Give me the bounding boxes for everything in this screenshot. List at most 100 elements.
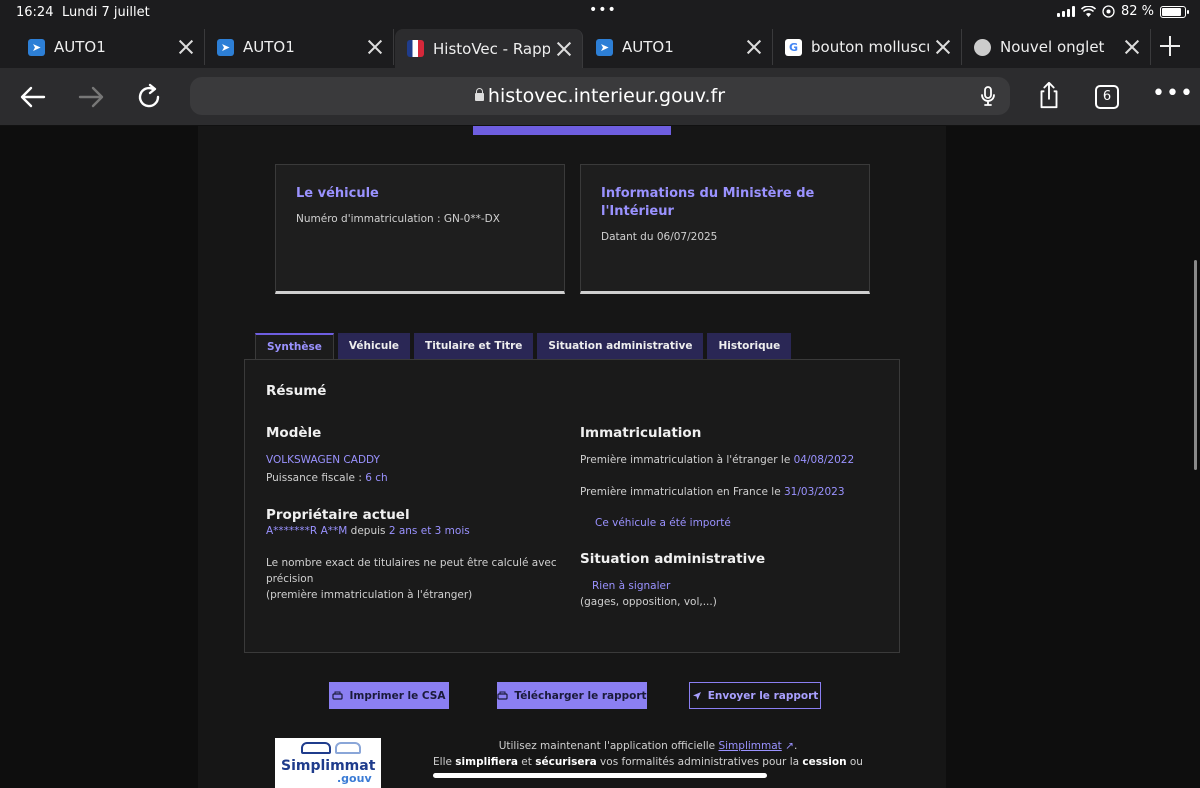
- owner-name: A*******R A**M: [266, 525, 348, 537]
- tab-title: AUTO1: [54, 38, 106, 56]
- tab-historique[interactable]: Historique: [707, 333, 792, 359]
- car-icon: [301, 742, 331, 754]
- promo-text: Utilisez maintenant l'application offici…: [498, 740, 719, 752]
- admin-status-link[interactable]: Rien à signaler: [592, 578, 670, 594]
- download-report-button[interactable]: Télécharger le rapport: [497, 682, 647, 709]
- owner-since-label: depuis: [347, 525, 389, 537]
- admin-heading: Situation administrative: [580, 551, 766, 567]
- tab-synthese[interactable]: Synthèse: [255, 333, 334, 359]
- globe-icon: [974, 38, 991, 56]
- partial-top-button[interactable]: [473, 126, 671, 135]
- close-icon[interactable]: [1122, 37, 1142, 57]
- print-csa-label: Imprimer le CSA: [349, 689, 446, 702]
- summary-panel: Résumé Modèle VOLKSWAGEN CADDY Puissance…: [244, 359, 900, 653]
- tab-titulaire[interactable]: Titulaire et Titre: [414, 333, 534, 359]
- browser-toolbar: histovec.interieur.gouv.fr 6 •••: [0, 68, 1200, 126]
- promo-text: et: [517, 756, 536, 768]
- microphone-icon[interactable]: [976, 84, 1000, 108]
- printer-icon: [332, 691, 344, 700]
- fiscal-power-value: 6 ch: [365, 472, 388, 484]
- url-text[interactable]: histovec.interieur.gouv.fr: [190, 85, 1010, 107]
- forward-arrow-icon[interactable]: [76, 82, 106, 112]
- fiscal-power: Puissance fiscale : 6 ch: [266, 470, 388, 486]
- fiscal-power-label: Puissance fiscale :: [266, 472, 366, 484]
- lock-icon: [474, 88, 484, 101]
- gouv-flag-icon: [407, 40, 424, 57]
- ministry-card-title: Informations du Ministère de l'Intérieur: [601, 186, 815, 219]
- google-icon: G: [785, 38, 802, 56]
- send-report-label: Envoyer le rapport: [707, 689, 819, 702]
- new-tab-plus-icon[interactable]: [1158, 34, 1182, 58]
- page-scrollbar[interactable]: [1194, 260, 1197, 470]
- report-tabs: Synthèse Véhicule Titulaire et Titre Sit…: [255, 333, 792, 359]
- tab-title: AUTO1: [243, 38, 295, 56]
- back-arrow-icon[interactable]: [18, 82, 48, 112]
- auto1-icon: ➤: [596, 38, 613, 56]
- signal-icon: [1056, 6, 1075, 17]
- owner-since-value: 2 ans et 3 mois: [388, 525, 470, 537]
- imported-link[interactable]: Ce véhicule a été importé: [595, 515, 731, 531]
- browser-tab[interactable]: G bouton molluscu: [773, 29, 962, 65]
- send-report-button[interactable]: Envoyer le rapport: [689, 682, 821, 709]
- promo-line-2: Elle simplifiera et sécurisera vos forma…: [428, 754, 868, 770]
- tab-title: AUTO1: [622, 38, 674, 56]
- reload-icon[interactable]: [134, 82, 164, 112]
- promo-text: ou: [846, 756, 863, 768]
- web-page: Le véhicule Numéro d'immatriculation : G…: [0, 126, 1200, 788]
- location-lock-icon: [1102, 5, 1115, 18]
- vehicle-card: Le véhicule Numéro d'immatriculation : G…: [275, 164, 565, 294]
- battery-percent: 82 %: [1120, 4, 1154, 19]
- auto1-icon: ➤: [28, 38, 45, 56]
- admin-detail: (gages, opposition, vol,...): [580, 596, 717, 608]
- close-icon[interactable]: [365, 37, 385, 57]
- vehicle-card-text: Numéro d'immatriculation : GN-0**-DX: [296, 213, 500, 225]
- france-registration-label: Première immatriculation en France le: [580, 486, 784, 498]
- wifi-icon: [1080, 5, 1096, 17]
- foreign-registration: Première immatriculation à l'étranger le…: [580, 452, 854, 468]
- tab-situation-administrative[interactable]: Situation administrative: [537, 333, 704, 359]
- registration-heading: Immatriculation: [580, 425, 702, 441]
- auto1-icon: ➤: [217, 38, 234, 56]
- browser-tab[interactable]: ➤ AUTO1: [205, 29, 394, 65]
- france-registration: Première immatriculation en France le 31…: [580, 484, 845, 500]
- tab-count-button[interactable]: 6: [1095, 85, 1119, 109]
- simplimmat-logo[interactable]: Simplimmat .gouv: [275, 738, 381, 788]
- browser-tab[interactable]: Nouvel onglet: [962, 29, 1151, 65]
- owner-heading: Propriétaire actuel: [266, 507, 410, 523]
- promo-bold: sécurisera: [535, 756, 597, 768]
- promo-bold: simplifiera: [455, 756, 518, 768]
- close-icon[interactable]: [176, 37, 196, 57]
- simplimmat-promo: Utilisez maintenant l'application offici…: [428, 738, 868, 770]
- print-csa-button[interactable]: Imprimer le CSA: [329, 682, 449, 709]
- browser-tab[interactable]: ➤ AUTO1: [584, 29, 773, 65]
- report-content: Le véhicule Numéro d'immatriculation : G…: [198, 126, 946, 788]
- summary-heading: Résumé: [266, 383, 327, 399]
- tab-vehicule[interactable]: Véhicule: [337, 333, 411, 359]
- send-icon: [692, 691, 701, 700]
- model-name: VOLKSWAGEN CADDY: [266, 454, 380, 466]
- status-date: Lundi 7 juillet: [62, 5, 150, 20]
- download-report-label: Télécharger le rapport: [514, 689, 647, 702]
- address-bar[interactable]: histovec.interieur.gouv.fr: [190, 77, 1010, 115]
- vehicle-card-title: Le véhicule: [296, 186, 379, 201]
- share-icon[interactable]: [1034, 80, 1064, 110]
- browser-tab-active[interactable]: HistoVec - Rapp: [395, 29, 583, 68]
- tab-title: bouton molluscu: [811, 38, 929, 56]
- multitasking-dots-icon[interactable]: •••: [589, 2, 617, 18]
- tab-title: Nouvel onglet: [1000, 38, 1105, 56]
- close-icon[interactable]: [554, 39, 574, 59]
- foreign-registration-date: 04/08/2022: [793, 454, 855, 466]
- france-registration-date: 31/03/2023: [784, 486, 845, 498]
- close-icon[interactable]: [744, 37, 764, 57]
- more-options-icon[interactable]: •••: [1152, 83, 1194, 105]
- close-icon[interactable]: [933, 37, 953, 57]
- url-value: histovec.interieur.gouv.fr: [487, 85, 726, 107]
- status-time: 16:24: [16, 5, 54, 20]
- home-indicator[interactable]: [433, 773, 767, 778]
- simplimmat-link[interactable]: Simplimmat: [718, 740, 781, 752]
- external-link-icon: ↗: [781, 740, 794, 752]
- browser-tab[interactable]: ➤ AUTO1: [16, 29, 205, 65]
- ministry-card: Informations du Ministère de l'Intérieur…: [580, 164, 870, 294]
- status-bar: 16:24 Lundi 7 juillet ••• 82 %: [0, 0, 1200, 26]
- owner-line: A*******R A**M depuis 2 ans et 3 mois: [266, 523, 470, 539]
